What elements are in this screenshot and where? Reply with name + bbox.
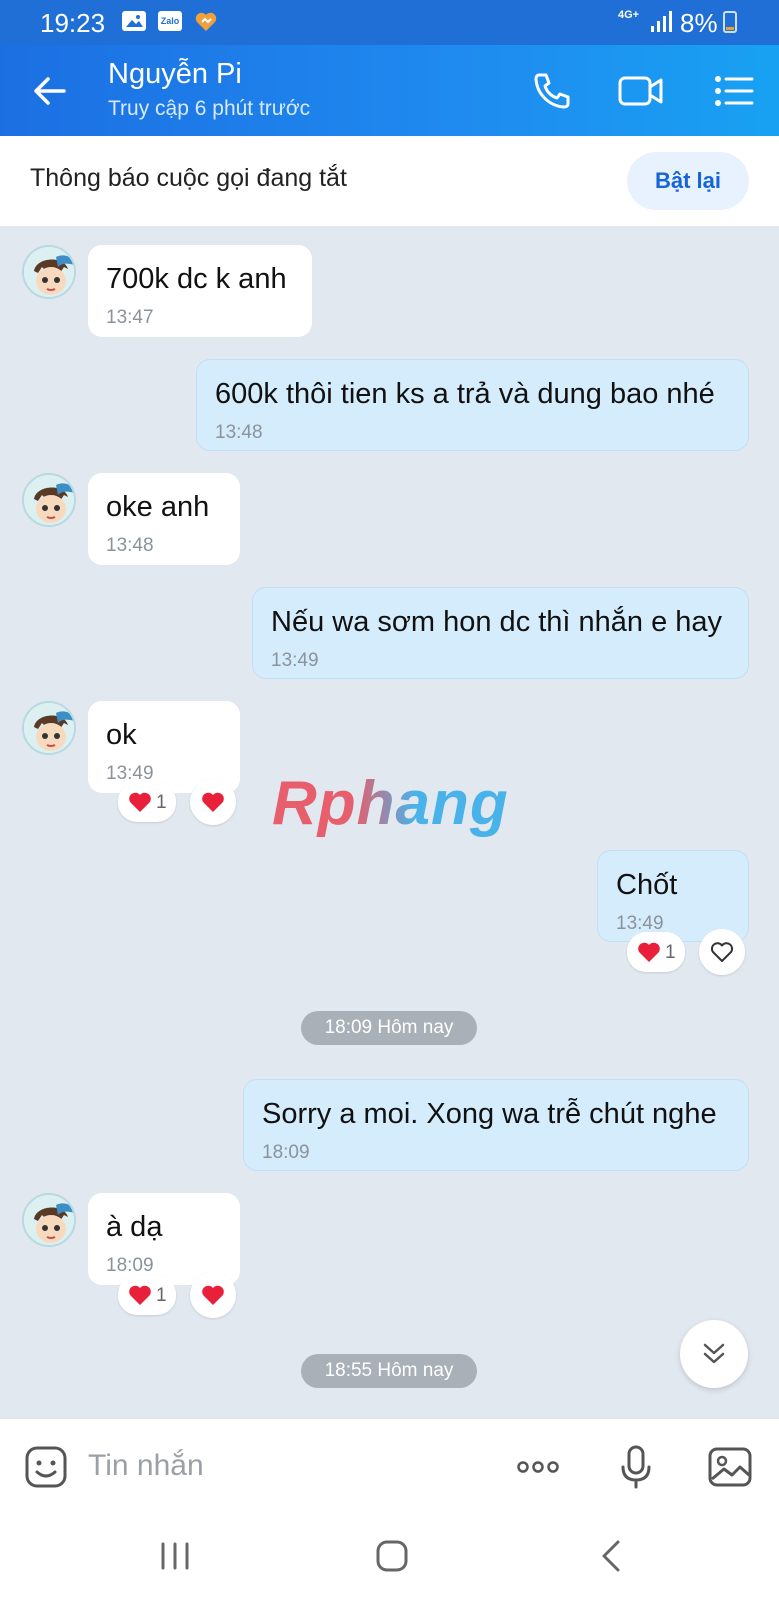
message-bubble-outgoing[interactable]: Chốt 13:49 [597, 850, 749, 942]
message-text: Chốt [616, 869, 678, 901]
message-time: 18:09 [262, 1142, 310, 1163]
signal-icon [650, 10, 672, 34]
message-input[interactable]: Tin nhắn [88, 1449, 204, 1483]
back-icon[interactable] [592, 1536, 632, 1576]
contact-name[interactable]: Nguyễn Pi [108, 58, 242, 91]
message-bubble-incoming[interactable]: à dạ 18:09 [88, 1193, 240, 1285]
reaction-count: 1 [665, 942, 676, 963]
message-text: 600k thôi tien ks a trả và dung bao nhé [215, 378, 715, 410]
back-arrow-icon[interactable] [30, 71, 70, 111]
phone-call-icon[interactable] [530, 69, 574, 113]
sticker-emoji-icon[interactable] [22, 1443, 70, 1491]
status-time: 19:23 [40, 8, 106, 38]
reaction-summary[interactable]: 1 [627, 932, 685, 972]
message-bubble-incoming[interactable]: 700k dc k anh 13:47 [88, 245, 312, 337]
network-type: 4G+ [618, 9, 640, 21]
scroll-to-bottom-button[interactable] [680, 1320, 748, 1388]
contact-avatar[interactable] [22, 473, 76, 527]
message-time: 13:47 [106, 307, 154, 328]
react-heart-outline-button[interactable] [699, 929, 745, 975]
message-bubble-incoming[interactable]: oke anh 13:48 [88, 473, 240, 565]
message-text: à dạ [106, 1211, 163, 1243]
zalo-notification-icon: Zalo [158, 11, 182, 31]
reaction-count: 1 [156, 792, 167, 813]
reaction-count: 1 [156, 1285, 167, 1306]
message-text: 700k dc k anh [106, 263, 287, 295]
heart-icon [202, 1285, 224, 1305]
microphone-icon[interactable] [612, 1443, 660, 1491]
message-time: 13:48 [106, 535, 154, 556]
menu-list-icon[interactable] [712, 69, 756, 113]
date-divider: 18:55 Hôm nay [301, 1354, 477, 1388]
re-enable-button[interactable]: Bật lại [627, 152, 749, 210]
message-bubble-outgoing[interactable]: 600k thôi tien ks a trả và dung bao nhé … [196, 359, 749, 451]
last-seen-status: Truy cập 6 phút trước [108, 97, 311, 120]
react-heart-button[interactable] [190, 779, 236, 825]
message-text: ok [106, 719, 137, 751]
message-text: Nếu wa sơm hon dc thì nhắn e hay [271, 606, 723, 638]
battery-level: 8% [680, 8, 718, 38]
home-icon[interactable] [372, 1536, 412, 1576]
react-heart-button[interactable] [190, 1272, 236, 1318]
heart-icon [129, 1285, 151, 1305]
chat-header: Nguyễn Pi Truy cập 6 phút trước [0, 45, 779, 136]
heart-icon [129, 792, 151, 812]
contact-avatar[interactable] [22, 1193, 76, 1247]
message-bubble-outgoing[interactable]: Sorry a moi. Xong wa trễ chút nghe 18:09 [243, 1079, 749, 1171]
message-text: Sorry a moi. Xong wa trễ chút nghe [262, 1098, 717, 1130]
heart-icon [638, 942, 660, 962]
message-text: oke anh [106, 491, 210, 523]
notice-text: Thông báo cuộc gọi đang tắt [30, 164, 347, 192]
recent-apps-icon[interactable] [155, 1536, 195, 1576]
contact-avatar[interactable] [22, 245, 76, 299]
watermark-logo: Rphang [272, 769, 509, 838]
message-time: 13:49 [271, 650, 319, 671]
reaction-summary[interactable]: 1 [118, 782, 176, 822]
more-options-icon[interactable] [514, 1443, 562, 1491]
message-composer: Tin nhắn [0, 1418, 779, 1514]
gallery-notification-icon [122, 11, 146, 31]
heart-icon [202, 792, 224, 812]
status-bar: 19:23 Zalo 4G+ 8% [0, 0, 779, 45]
message-time: 18:09 [106, 1255, 154, 1276]
date-divider: 18:09 Hôm nay [301, 1011, 477, 1045]
video-call-icon[interactable] [617, 69, 663, 113]
message-time: 13:48 [215, 422, 263, 443]
double-chevron-down-icon [703, 1343, 725, 1364]
battery-icon [723, 11, 737, 33]
contact-avatar[interactable] [22, 701, 76, 755]
heart-outline-icon [710, 942, 734, 962]
message-bubble-outgoing[interactable]: Nếu wa sơm hon dc thì nhắn e hay 13:49 [252, 587, 749, 679]
call-notification-banner: Thông báo cuộc gọi đang tắt Bật lại [0, 136, 779, 226]
image-gallery-icon[interactable] [706, 1443, 754, 1491]
heart-notification-icon [194, 11, 218, 33]
reaction-summary[interactable]: 1 [118, 1275, 176, 1315]
system-navigation-bar [0, 1514, 779, 1600]
